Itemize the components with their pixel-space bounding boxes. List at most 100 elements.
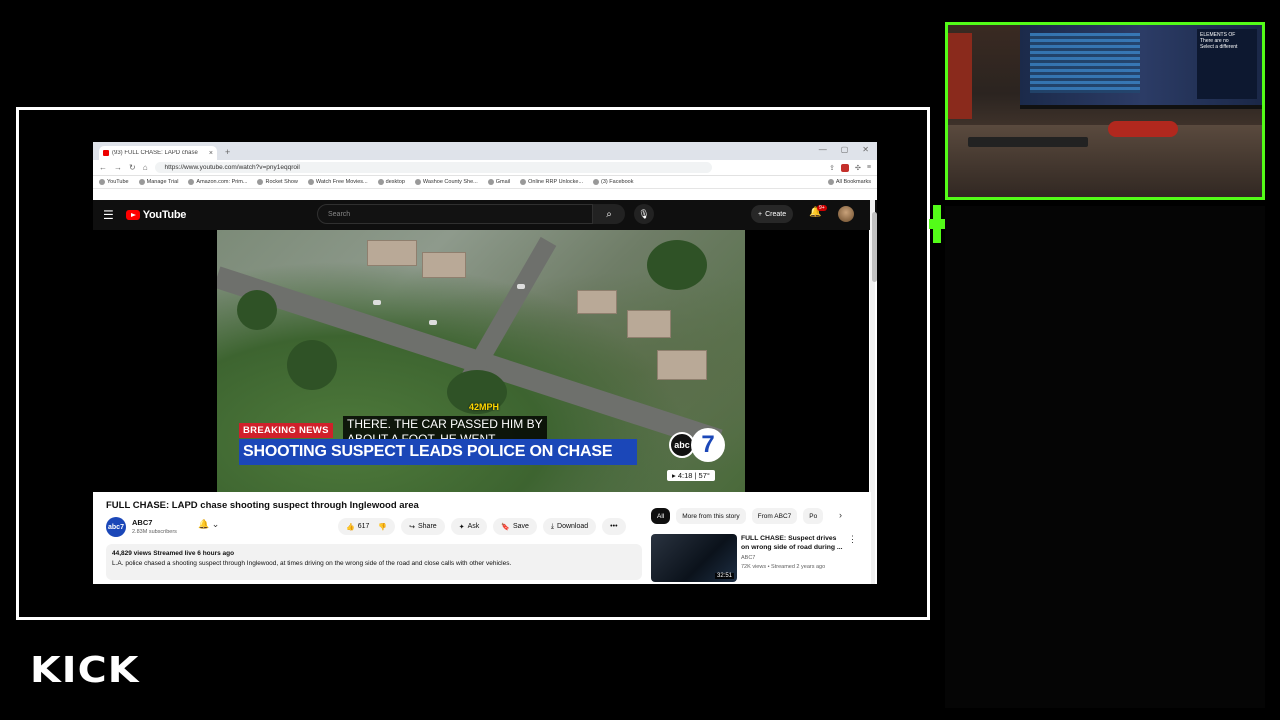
bookmark-item[interactable]: Amazon.com: Prim...	[188, 179, 247, 185]
recommendations: All More from this story From ABC7 Po › …	[649, 492, 871, 584]
description-box[interactable]: 44,829 views Streamed live 6 hours ago L…	[106, 544, 642, 580]
microphone-icon[interactable]: 🎙	[634, 204, 654, 224]
thumbs-up-icon: 👍	[346, 523, 355, 531]
more-actions-button[interactable]: •••	[602, 518, 626, 535]
lamp	[948, 33, 972, 119]
puzzle-icon[interactable]: ✣	[855, 164, 861, 172]
more-vert-icon[interactable]: ⋮	[848, 534, 857, 545]
maximize-button[interactable]: ▢	[841, 145, 849, 154]
folder-icon	[827, 179, 834, 185]
bookmark-item[interactable]: Manage Trial	[138, 179, 178, 185]
filter-chips: All More from this story From ABC7 Po	[651, 508, 824, 524]
url-field[interactable]: https://www.youtube.com/watch?v=pny1eqqr…	[154, 162, 713, 173]
search-input[interactable]: Search	[317, 204, 593, 224]
chip-from-abc7[interactable]: From ABC7	[751, 508, 798, 524]
search-icon[interactable]: ⌕	[593, 204, 625, 224]
bookmark-item[interactable]: Gmail	[487, 179, 510, 185]
browser-window: (93) FULL CHASE: LAPD chase × + — ▢ ✕ ← …	[93, 142, 877, 584]
minimize-button[interactable]: —	[819, 145, 827, 154]
download-button[interactable]: ⤓ Download	[542, 518, 597, 535]
kick-logo: KICK	[30, 650, 140, 691]
close-window-button[interactable]: ✕	[862, 145, 869, 154]
bookmark-favicon-icon	[257, 179, 264, 185]
video-duration: 32:51	[714, 573, 734, 579]
facebook-icon	[593, 179, 600, 185]
action-bar: 👍 617 👎 ↪ Share ✦ Ask 🔖 Save ⤓ Download •••	[338, 518, 626, 535]
gmail-icon	[487, 179, 494, 185]
scrollbar-thumb[interactable]	[872, 212, 877, 282]
bookmark-item[interactable]: YouTube	[99, 179, 129, 185]
new-tab-button[interactable]: +	[225, 147, 230, 157]
tree	[237, 290, 277, 330]
reload-icon[interactable]: ↻	[129, 163, 136, 172]
speed-overlay: 42MPH	[469, 402, 500, 412]
youtube-logo[interactable]: YouTube	[125, 209, 186, 221]
bookmark-item[interactable]: Online RRP Unlocke...	[520, 179, 583, 185]
house	[657, 350, 707, 380]
ask-button[interactable]: ✦ Ask	[450, 518, 488, 535]
create-button[interactable]: + Create	[751, 205, 794, 223]
hamburger-menu-icon[interactable]: ☰	[103, 208, 114, 222]
youtube-favicon-icon	[103, 150, 109, 156]
monitor-panel: ELEMENTS OF There are no Select a differ…	[1197, 29, 1257, 99]
bookmark-favicon-icon	[307, 179, 314, 185]
house	[627, 310, 671, 338]
background-monitor: ELEMENTS OF There are no Select a differ…	[1020, 25, 1262, 109]
bookmark-item[interactable]: desktop	[377, 179, 405, 185]
bookmark-item[interactable]: (3) Facebook	[593, 179, 633, 185]
tab-bar: (93) FULL CHASE: LAPD chase × + — ▢ ✕	[93, 142, 877, 160]
all-bookmarks[interactable]: All Bookmarks	[827, 179, 871, 185]
webcam-overlay: ELEMENTS OF There are no Select a differ…	[945, 22, 1265, 200]
subscribe-bell-icon[interactable]: 🔔 ⌄	[198, 519, 219, 530]
menu-icon[interactable]: ≡	[867, 164, 871, 171]
car	[373, 300, 381, 305]
channel-avatar[interactable]: abc7	[106, 517, 126, 537]
bookmark-favicon-icon	[188, 179, 195, 185]
chip-all[interactable]: All	[651, 508, 671, 524]
forward-icon[interactable]: →	[114, 163, 122, 172]
channel-name[interactable]: ABC7	[132, 518, 152, 527]
chip-more-from-story[interactable]: More from this story	[676, 508, 746, 524]
avatar[interactable]	[838, 206, 854, 222]
plus-icon: +	[758, 210, 763, 218]
share-icon[interactable]: ⇪	[829, 164, 835, 172]
bookmarks-bar: YouTube Manage Trial Amazon.com: Prim...…	[93, 176, 877, 189]
sparkle-icon: ✦	[458, 523, 465, 531]
tab-close-icon[interactable]: ×	[209, 150, 213, 157]
chevron-right-icon[interactable]: ›	[839, 510, 842, 520]
like-button[interactable]: 👍 617 👎	[338, 518, 396, 535]
bookmark-item[interactable]: Watch Free Movies...	[307, 179, 368, 185]
thumbs-down-icon[interactable]: 👎	[378, 523, 387, 531]
recommended-channel[interactable]: ABC7	[741, 555, 755, 561]
bookmark-favicon-icon	[520, 179, 527, 185]
save-button[interactable]: 🔖 Save	[493, 518, 537, 535]
car	[517, 284, 525, 289]
brave-shield-icon[interactable]	[841, 163, 850, 172]
monitor-screen	[1030, 33, 1140, 93]
share-button[interactable]: ↪ Share	[401, 518, 445, 535]
car	[429, 320, 437, 325]
home-icon[interactable]: ⌂	[143, 163, 148, 172]
youtube-header: ☰ YouTube Search ⌕ 🎙 + Create 🔔 9+	[93, 200, 877, 230]
chip-po[interactable]: Po	[803, 508, 824, 524]
side-panel	[945, 206, 1265, 708]
player-container: 42MPH THERE. THE CAR PASSED HIM BY ABOUT…	[93, 230, 869, 492]
breaking-news-tag: BREAKING NEWS	[239, 423, 333, 438]
bookmark-favicon-icon	[99, 179, 105, 185]
video-player[interactable]: 42MPH THERE. THE CAR PASSED HIM BY ABOUT…	[217, 230, 745, 492]
view-stats: 44,829 views Streamed live 6 hours ago	[112, 550, 235, 557]
news-headline: SHOOTING SUSPECT LEADS POLICE ON CHASE	[239, 439, 637, 465]
recommended-title[interactable]: FULL CHASE: Suspect drives on wrong side…	[741, 534, 845, 552]
abc7-logo: abc 7	[669, 428, 725, 464]
bookmark-item[interactable]: Rocket Show	[257, 179, 298, 185]
back-icon[interactable]: ←	[99, 163, 107, 172]
house	[367, 240, 417, 266]
bookmark-item[interactable]: Washoe County She...	[414, 179, 478, 185]
seven-circle: 7	[691, 428, 725, 462]
recommended-thumbnail[interactable]: 32:51	[651, 534, 737, 582]
house	[422, 252, 466, 278]
browser-tab[interactable]: (93) FULL CHASE: LAPD chase ×	[99, 146, 217, 160]
youtube-page: ☰ YouTube Search ⌕ 🎙 + Create 🔔 9+ 42MPH…	[93, 200, 877, 584]
bookmark-favicon-icon	[138, 179, 145, 185]
share-arrow-icon: ↪	[409, 523, 415, 531]
